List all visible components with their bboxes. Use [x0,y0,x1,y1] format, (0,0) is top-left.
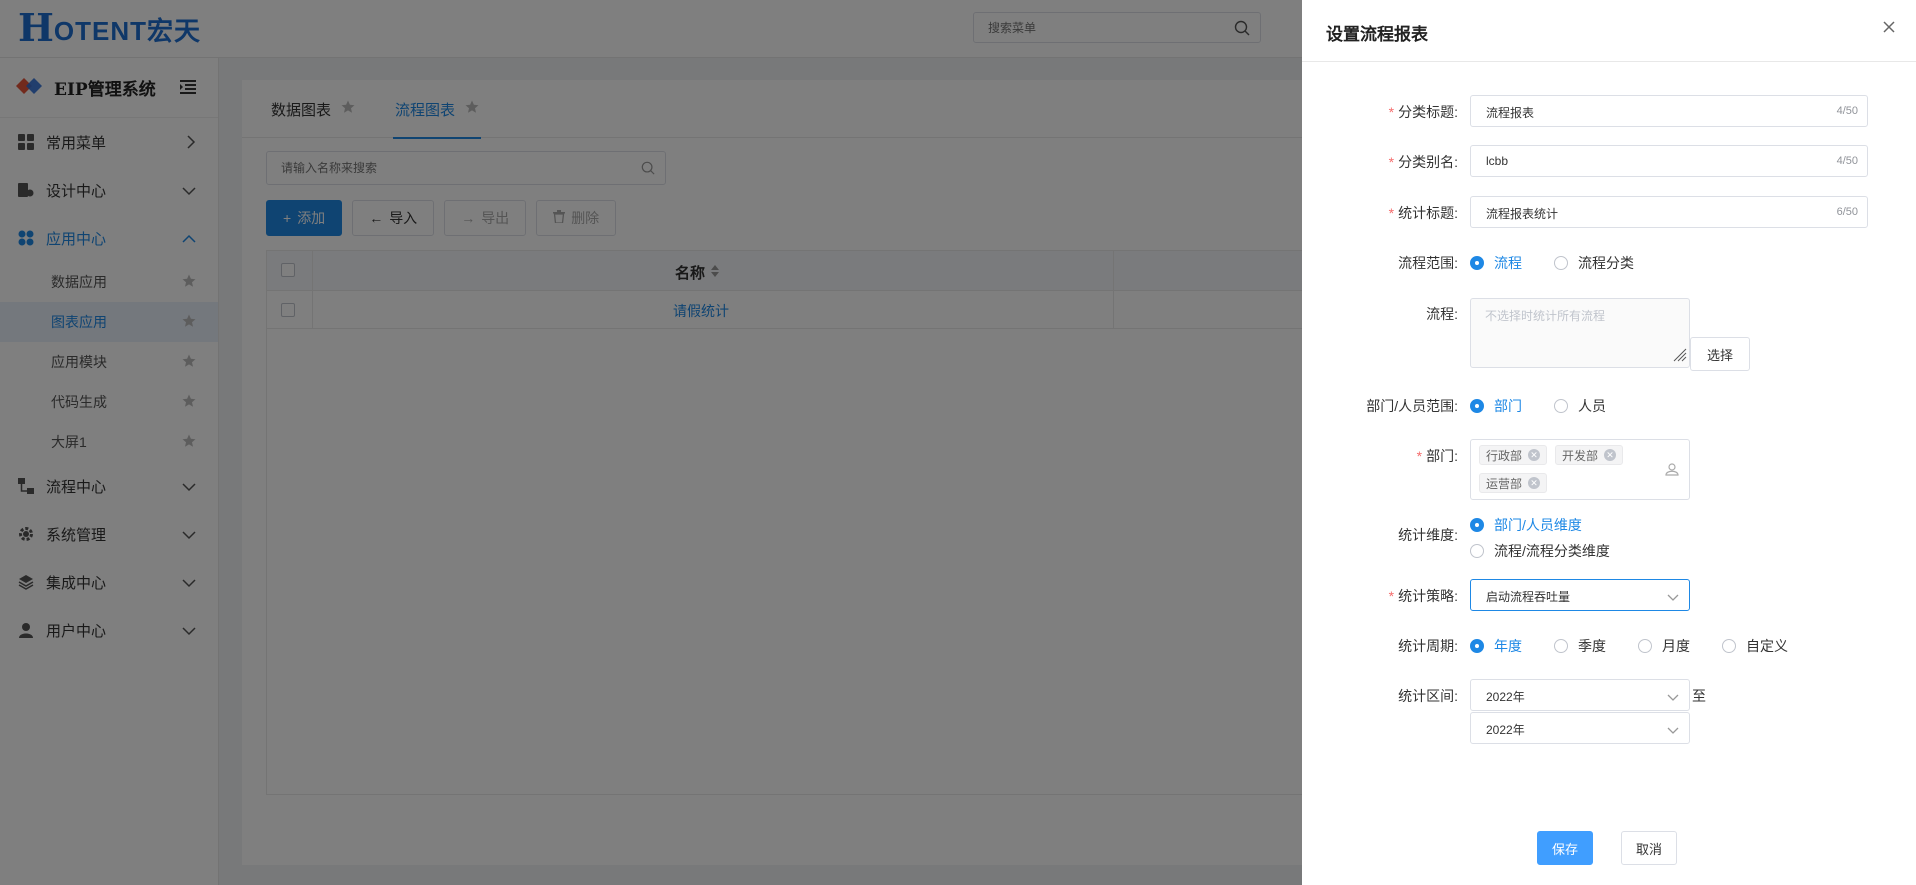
remove-tag-icon[interactable]: ✕ [1528,477,1541,489]
dimension-label: 统计维度: [1398,527,1458,543]
flow-placeholder: 不选择时统计所有流程 [1485,309,1606,323]
dimension-option-flow[interactable]: 流程/流程分类维度 [1470,541,1610,561]
char-counter: 4/50 [1836,155,1858,167]
radio-dot [1722,639,1736,653]
period-option-quarter[interactable]: 季度 [1554,636,1606,656]
dimension-radio-group: 部门/人员维度 流程/流程分类维度 [1470,515,1642,561]
strategy-label: * 统计策略: [1388,588,1458,604]
strategy-select[interactable]: 启动流程吞吐量 [1470,579,1690,611]
flow-scope-option-category[interactable]: 流程分类 [1554,253,1634,273]
period-option-custom[interactable]: 自定义 [1722,636,1788,656]
drawer-title: 设置流程报表 [1326,25,1428,44]
category-title-value: 流程报表 [1486,106,1535,120]
radio-dot [1554,256,1568,270]
strategy-value: 启动流程吞吐量 [1486,590,1571,604]
save-button[interactable]: 保存 [1537,831,1594,865]
chevron-down-icon [1667,690,1679,705]
org-scope-option-user[interactable]: 人员 [1554,396,1606,416]
remove-tag-icon[interactable]: ✕ [1604,449,1617,461]
remove-tag-icon[interactable]: ✕ [1528,449,1541,461]
period-option-year[interactable]: 年度 [1470,636,1522,656]
flow-scope-option-flow[interactable]: 流程 [1470,253,1522,273]
drawer-header: 设置流程报表 [1302,0,1916,62]
dept-tag: 行政部 ✕ [1479,445,1548,465]
radio-dot [1470,544,1484,558]
range-label: 统计区间: [1398,688,1458,704]
stat-title-label: * 统计标题: [1388,205,1458,221]
dept-tag: 开发部 ✕ [1555,445,1624,465]
radio-dot [1470,399,1484,413]
range-start-select[interactable]: 2022年 [1470,679,1690,711]
radio-dot [1470,518,1484,532]
radio-dot [1470,639,1484,653]
stat-title-value: 流程报表统计 [1486,207,1559,221]
flow-scope-radio-group: 流程 流程分类 [1470,253,1666,273]
resize-handle-icon[interactable] [1673,348,1687,365]
org-scope-label: 部门/人员范围: [1366,398,1458,414]
period-label: 统计周期: [1398,638,1458,654]
chevron-down-icon [1667,590,1679,605]
range-end-value: 2022年 [1486,723,1525,737]
category-title-field[interactable]: 流程报表 4/50 [1470,95,1868,127]
org-scope-radio-group: 部门 人员 [1470,396,1638,416]
radio-dot [1554,639,1568,653]
settings-drawer: 设置流程报表 * 分类标题: 流程报表 4/50 * 分类别名: lcbb 4/50… [1302,0,1916,885]
dimension-option-org[interactable]: 部门/人员维度 [1470,515,1582,535]
org-scope-option-dept[interactable]: 部门 [1470,396,1522,416]
chevron-down-icon [1667,723,1679,738]
cancel-button[interactable]: 取消 [1621,831,1678,865]
category-alias-value: lcbb [1486,154,1509,168]
char-counter: 6/50 [1836,206,1858,218]
stat-title-field[interactable]: 流程报表统计 6/50 [1470,196,1868,228]
user-picker-icon[interactable] [1665,462,1679,479]
dept-label: * 部门: [1416,448,1458,464]
range-start-value: 2022年 [1486,690,1525,704]
category-alias-field[interactable]: lcbb 4/50 [1470,145,1868,177]
flow-textarea[interactable]: 不选择时统计所有流程 [1470,298,1690,368]
range-end-select[interactable]: 2022年 [1470,712,1690,744]
dept-tag-selector[interactable]: 行政部 ✕ 开发部 ✕ 运营部 ✕ [1470,439,1690,500]
period-radio-group: 年度 季度 月度 自定义 [1470,636,1820,656]
flow-scope-label: 流程范围: [1398,255,1458,271]
select-flow-button[interactable]: 选择 [1690,337,1750,371]
radio-dot [1470,256,1484,270]
radio-dot [1638,639,1652,653]
range-to-label: 至 [1692,688,1706,704]
flow-label: 流程: [1426,306,1458,322]
category-alias-label: * 分类别名: [1388,154,1458,170]
period-option-month[interactable]: 月度 [1638,636,1690,656]
close-icon[interactable] [1882,20,1896,37]
radio-dot [1554,399,1568,413]
char-counter: 4/50 [1836,105,1858,117]
dept-tag: 运营部 ✕ [1479,473,1548,493]
category-title-label: * 分类标题: [1388,104,1458,120]
